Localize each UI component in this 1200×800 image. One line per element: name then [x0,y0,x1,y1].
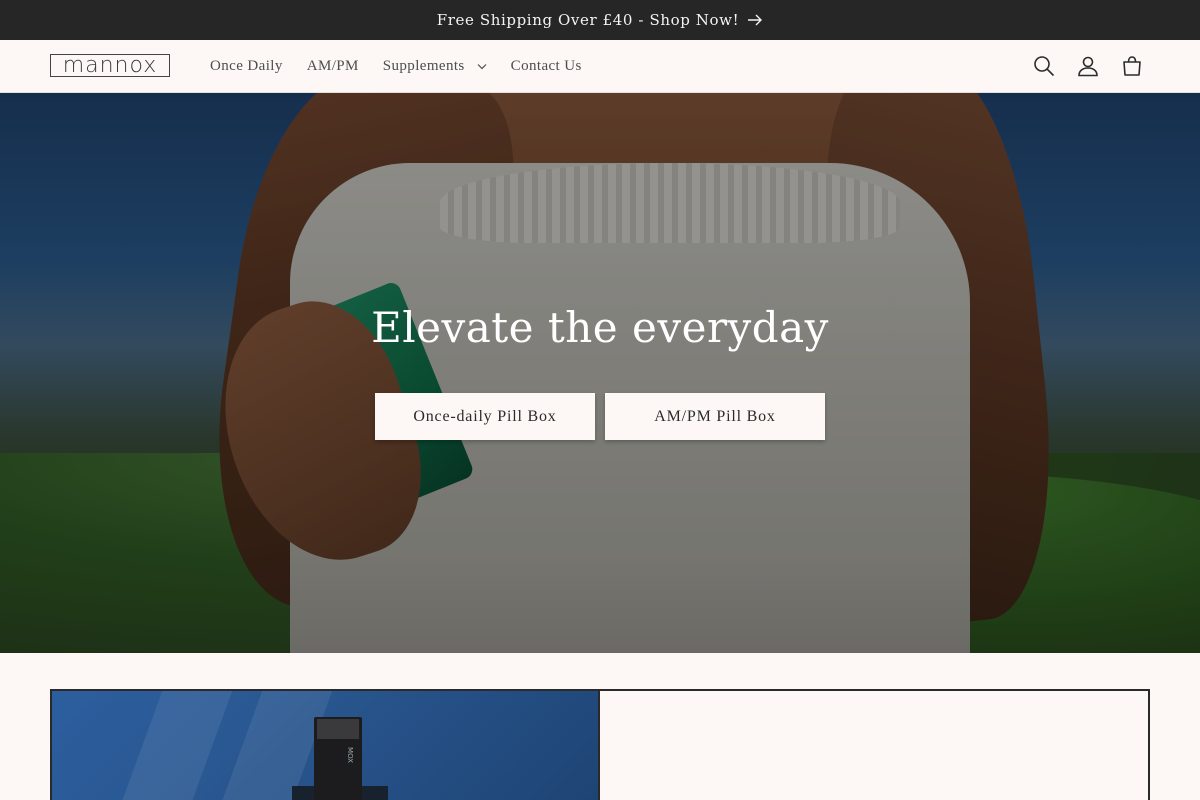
feature-section: MOX [50,689,1150,800]
feature-image-light [121,691,233,800]
logo[interactable]: mannox [50,54,170,77]
arrow-right-icon [748,14,763,26]
search-icon [1034,56,1055,77]
hero-overlay [0,93,1200,653]
chevron-down-icon [477,64,487,70]
cart-button[interactable] [1120,53,1144,79]
nav-label: Contact Us [510,58,582,74]
account-icon [1078,56,1098,77]
nav-label: AM/PM [306,58,359,74]
hero-banner: Elevate the everyday Once-daily Pill Box… [0,93,1200,653]
feature-text-panel [602,691,1148,800]
nav-supplements[interactable]: Supplements [371,58,499,75]
feature-device-cap [317,719,359,739]
hero-buttons: Once-daily Pill Box AM/PM Pill Box [375,393,825,440]
nav-contact-us[interactable]: Contact Us [499,58,594,75]
am-pm-pill-box-button[interactable]: AM/PM Pill Box [605,393,825,440]
logo-text: mannox [62,52,158,78]
search-button[interactable] [1032,53,1056,79]
nav-label: Once Daily [210,58,283,74]
site-header: mannox Once Daily AM/PM Supplements Cont… [0,40,1200,93]
feature-device-label: MOX [345,747,354,763]
feature-image: MOX [52,691,600,800]
cart-icon [1123,56,1141,76]
nav-am-pm[interactable]: AM/PM [295,58,371,75]
nav-label: Supplements [382,58,465,74]
account-button[interactable] [1076,53,1100,79]
header-icons [1032,53,1144,79]
announcement-bar[interactable]: Free Shipping Over £40 - Shop Now! [0,0,1200,40]
main-nav: Once Daily AM/PM Supplements Contact Us [198,40,594,93]
announcement-text[interactable]: Free Shipping Over £40 - Shop Now! [437,11,739,29]
once-daily-pill-box-button[interactable]: Once-daily Pill Box [375,393,595,440]
hero-heading: Elevate the everyday [371,303,829,352]
nav-once-daily[interactable]: Once Daily [198,58,295,75]
